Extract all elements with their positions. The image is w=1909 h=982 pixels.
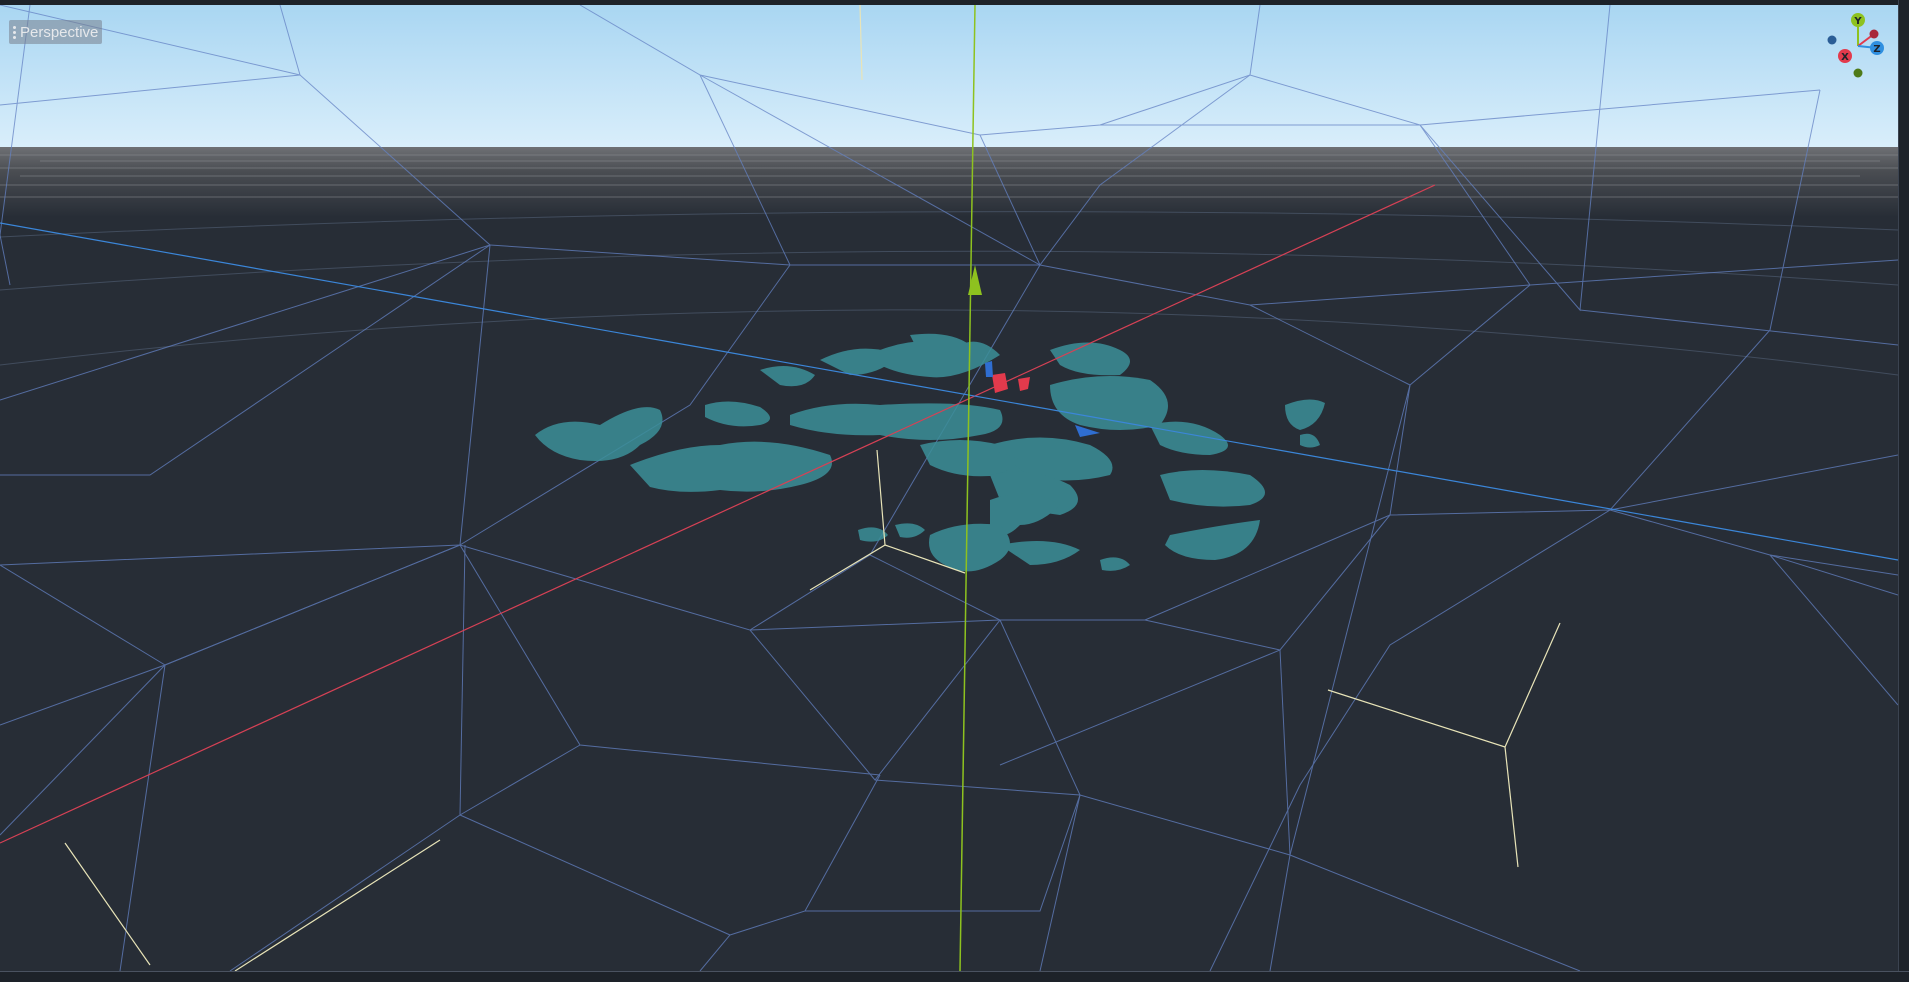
gizmo-y-neg-icon [1853, 68, 1863, 78]
horizon-haze [0, 147, 1898, 217]
perspective-menu-button[interactable]: Perspective [9, 20, 103, 44]
x-axis-line [0, 184, 1436, 844]
sky [0, 5, 1898, 147]
3d-viewport[interactable]: Perspective [0, 5, 1898, 971]
gizmo-z-neg-icon [1827, 35, 1837, 45]
gizmo-y-label: Y [1853, 16, 1862, 27]
gizmo-x-neg-icon [1869, 29, 1879, 39]
perspective-menu-label: Perspective [20, 23, 99, 41]
x-gizmo-handle-2 [1018, 377, 1030, 391]
z-gizmo-handle [985, 361, 993, 377]
gizmo-x-label: X [1841, 52, 1849, 63]
water-patches [535, 333, 1325, 572]
bottom-border [0, 971, 1909, 982]
x-gizmo-handle [992, 373, 1008, 393]
right-border [1898, 0, 1909, 981]
gizmo-z-label: Z [1873, 44, 1880, 55]
kebab-menu-icon [13, 25, 16, 39]
orientation-gizmo[interactable]: Y Z X [1820, 10, 1896, 82]
z-axis-line [0, 222, 1898, 561]
viewport-scene[interactable] [0, 5, 1898, 971]
